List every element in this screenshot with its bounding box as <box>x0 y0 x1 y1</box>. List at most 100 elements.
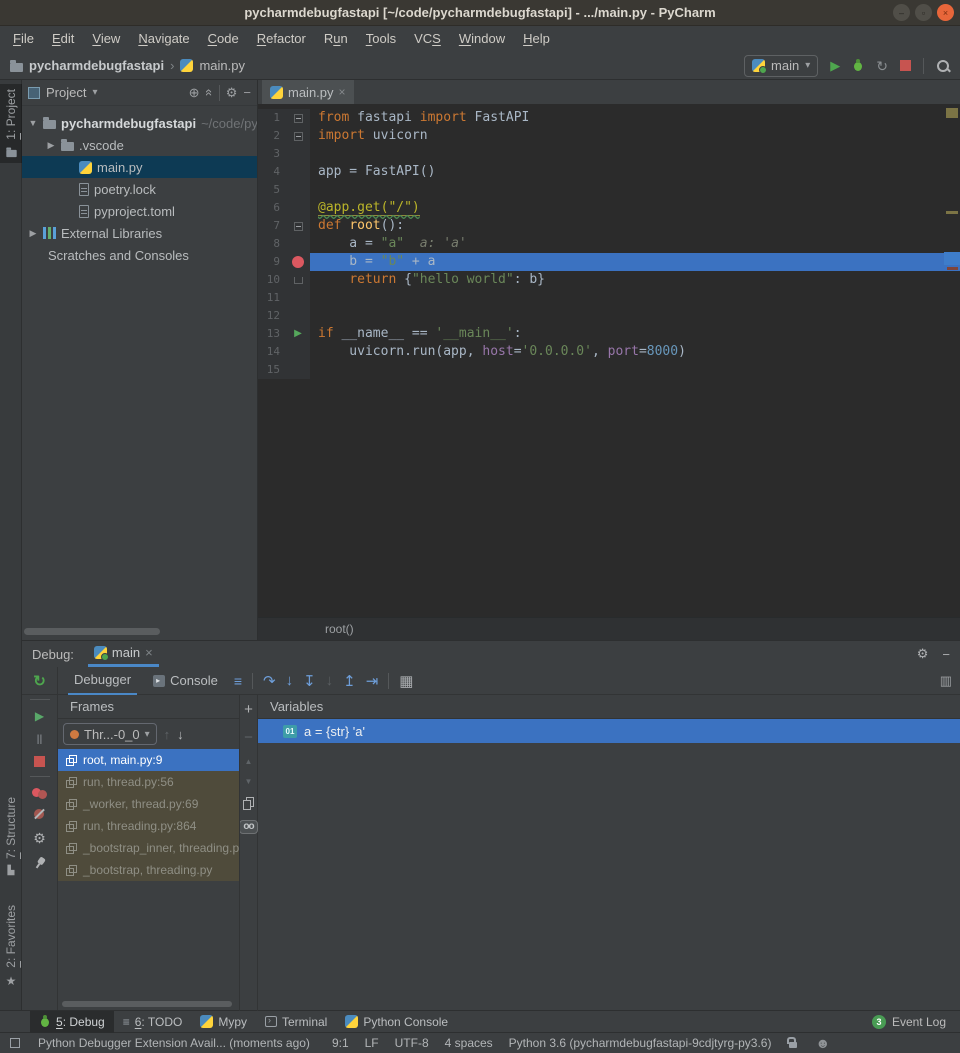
step-into-icon[interactable]: ↓ <box>286 672 294 689</box>
minimize-window-icon[interactable]: – <box>893 4 910 21</box>
code-line-1[interactable]: 1from fastapi import FastAPI <box>258 109 960 127</box>
frame-row[interactable]: _bootstrap, threading.py <box>58 859 239 881</box>
sidebar-item-favorites[interactable]: 2: Favorites ★ <box>0 900 22 993</box>
rerun-icon[interactable]: ↻ <box>33 672 46 690</box>
variable-row[interactable]: 01a = {str} 'a' <box>258 719 960 743</box>
toolwindow-tab-mypy[interactable]: Mypy <box>191 1011 256 1033</box>
hide-panel-icon[interactable]: − <box>942 647 950 662</box>
menu-item-edit[interactable]: Edit <box>43 26 83 52</box>
breadcrumb-project[interactable]: pycharmdebugfastapi <box>29 58 164 73</box>
menu-item-code[interactable]: Code <box>199 26 248 52</box>
code-line-6[interactable]: 6@app.get("/") <box>258 199 960 217</box>
current-line-scroll-marker[interactable] <box>944 252 960 265</box>
code-line-8[interactable]: 8 a = "a" a: 'a' <box>258 235 960 253</box>
toolwindow-tab-terminal[interactable]: Terminal <box>256 1011 336 1033</box>
horizontal-scrollbar[interactable] <box>24 628 160 635</box>
menu-item-help[interactable]: Help <box>514 26 559 52</box>
breakpoint-icon[interactable] <box>292 256 304 268</box>
view-breakpoints-icon[interactable] <box>32 786 48 799</box>
fold-start-icon[interactable] <box>294 222 303 231</box>
add-watch-icon[interactable]: + <box>244 701 253 718</box>
close-tab-icon[interactable]: × <box>339 85 346 99</box>
code-line-3[interactable]: 3 <box>258 145 960 163</box>
status-item[interactable]: UTF-8 <box>395 1036 429 1050</box>
code-line-4[interactable]: 4app = FastAPI() <box>258 163 960 181</box>
code-line-11[interactable]: 11 <box>258 289 960 307</box>
fold-end-icon[interactable] <box>294 277 303 284</box>
stop-button[interactable] <box>900 60 911 71</box>
toolwindow-tab-python-console[interactable]: Python Console <box>336 1011 457 1033</box>
run-line-icon[interactable]: ▶ <box>294 325 302 343</box>
menu-item-refactor[interactable]: Refactor <box>248 26 315 52</box>
collapse-all-icon[interactable]: « <box>202 89 217 96</box>
tab-debugger[interactable]: Debugger <box>68 667 137 695</box>
menu-item-run[interactable]: Run <box>315 26 357 52</box>
tree-item-poetry-lock[interactable]: poetry.lock <box>22 178 257 200</box>
tree-item-pyproject-toml[interactable]: pyproject.toml <box>22 200 257 222</box>
move-watch-up-icon[interactable]: ▲ <box>245 757 253 766</box>
event-log-button[interactable]: 3Event Log <box>872 1015 946 1029</box>
stop-icon[interactable] <box>34 756 45 767</box>
toolwindow-tab-6-todo[interactable]: ≡6: TODO <box>114 1011 192 1033</box>
duplicate-watch-icon[interactable] <box>243 797 254 809</box>
next-frame-icon[interactable]: ↓ <box>177 727 184 742</box>
toolwindow-tab-5-debug[interactable]: 5: Debug <box>30 1011 114 1033</box>
code-line-5[interactable]: 5 <box>258 181 960 199</box>
status-item[interactable]: 9:1 <box>332 1036 349 1050</box>
tree-item-scratches-and-consoles[interactable]: Scratches and Consoles <box>22 244 257 266</box>
code-line-10[interactable]: 10 return {"hello world": b} <box>258 271 960 289</box>
tree-collapsed-icon[interactable]: ▶ <box>28 228 38 239</box>
frame-row[interactable]: _bootstrap_inner, threading.py <box>58 837 239 859</box>
editor-breadcrumb[interactable]: root() <box>258 617 960 640</box>
status-item[interactable]: Python 3.6 (pycharmdebugfastapi-9cdjtyrg… <box>509 1036 772 1050</box>
evaluate-expression-icon[interactable]: ▦ <box>399 672 413 690</box>
code-line-9[interactable]: 9 b = "b" + a <box>258 253 960 271</box>
menu-item-tools[interactable]: Tools <box>357 26 405 52</box>
step-into-my-code-icon[interactable]: ↧ <box>303 672 316 690</box>
lock-icon[interactable] <box>787 1037 799 1049</box>
menu-item-window[interactable]: Window <box>450 26 514 52</box>
breakpoint-scroll-marker[interactable] <box>947 267 958 270</box>
menu-item-file[interactable]: File <box>4 26 43 52</box>
search-everywhere-icon[interactable] <box>936 59 950 73</box>
gear-icon[interactable]: ⚙ <box>917 646 929 662</box>
debug-settings-gear-icon[interactable]: ⚙ <box>33 830 46 847</box>
debug-button[interactable] <box>852 59 864 72</box>
move-watch-down-icon[interactable]: ▼ <box>245 777 253 786</box>
debug-session-tab[interactable]: main × <box>88 641 159 667</box>
hide-panel-icon[interactable]: − <box>243 85 251 100</box>
restore-layout-icon[interactable]: ▥ <box>940 673 952 689</box>
pause-icon[interactable]: ‖ <box>36 732 42 747</box>
code-line-2[interactable]: 2import uvicorn <box>258 127 960 145</box>
maximize-window-icon[interactable]: ▫ <box>915 4 932 21</box>
coverage-button[interactable]: ↻ <box>876 59 888 73</box>
run-button[interactable]: ▶ <box>830 59 840 72</box>
show-watches-icon[interactable]: oo <box>239 820 257 834</box>
run-config-selector[interactable]: main ▾ <box>744 55 818 77</box>
thread-dropdown[interactable]: Thr...-0_0 ▾ <box>63 723 157 745</box>
horizontal-scrollbar[interactable] <box>62 1001 232 1007</box>
tree-expanded-icon[interactable]: ▼ <box>28 118 38 128</box>
frame-row[interactable]: _worker, thread.py:69 <box>58 793 239 815</box>
previous-frame-icon[interactable]: ↑ <box>164 727 171 742</box>
status-item[interactable]: LF <box>365 1036 379 1050</box>
close-session-icon[interactable]: × <box>145 645 153 660</box>
tree-item-vscode[interactable]: ▶.vscode <box>22 134 257 156</box>
toolwindow-toggle-icon[interactable] <box>10 1038 20 1048</box>
chevron-down-icon[interactable]: ▾ <box>92 87 97 98</box>
force-step-into-icon[interactable]: ↓ <box>326 672 334 689</box>
sidebar-item-structure[interactable]: 7: Structure ▙ <box>0 792 22 881</box>
hector-inspector-icon[interactable]: ☻ <box>815 1035 830 1051</box>
mute-breakpoints-icon[interactable] <box>33 808 47 821</box>
frame-row[interactable]: run, threading.py:864 <box>58 815 239 837</box>
menu-item-view[interactable]: View <box>83 26 129 52</box>
project-panel-title[interactable]: Project <box>46 85 86 100</box>
tree-item-main-py[interactable]: main.py <box>22 156 257 178</box>
remove-watch-icon[interactable]: − <box>244 729 253 746</box>
menu-item-navigate[interactable]: Navigate <box>129 26 198 52</box>
tree-item-external-libraries[interactable]: ▶External Libraries <box>22 222 257 244</box>
gear-icon[interactable]: ⚙ <box>226 85 238 101</box>
pin-tab-icon[interactable] <box>30 853 49 872</box>
step-over-icon[interactable]: ↷ <box>263 672 276 690</box>
code-line-13[interactable]: 13▶if __name__ == '__main__': <box>258 325 960 343</box>
